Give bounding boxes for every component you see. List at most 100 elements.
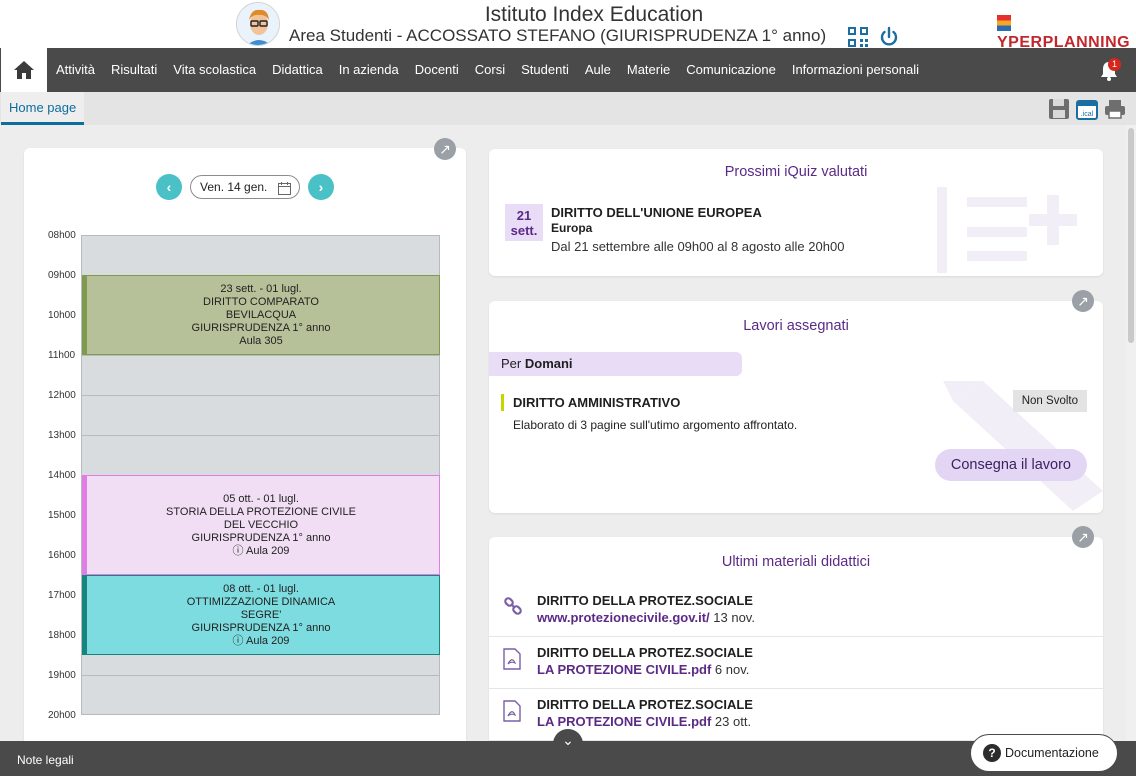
hour-gridline — [82, 395, 439, 396]
scrollbar-thumb[interactable] — [1128, 128, 1134, 343]
lesson-period: 08 ott. - 01 lugl. — [83, 583, 439, 596]
material-subject: DIRITTO DELLA PROTEZ.SOCIALE — [537, 593, 753, 608]
due-date-group: Per Domani — [489, 352, 742, 376]
collapse-chevron-icon[interactable]: ⌄ — [553, 729, 583, 751]
iquiz-title: Prossimi iQuiz valutati — [724, 164, 868, 180]
materials-title: Ultimi materiali didattici — [721, 554, 871, 570]
lesson-color-bar — [83, 276, 87, 354]
quiz-date-badge: 21 sett. — [505, 204, 543, 241]
lesson-course: GIURISPRUDENZA 1° anno — [83, 532, 439, 545]
lesson-room: ⓘ Aula 209 — [83, 545, 439, 558]
material-details: LA PROTEZIONE CIVILE.pdf 6 nov. — [537, 662, 749, 677]
work-expand-icon[interactable]: ↗ — [1072, 290, 1094, 312]
lesson-room: ⓘ Aula 209 — [83, 635, 439, 648]
nav-item-didattica[interactable]: Didattica — [264, 48, 331, 92]
lesson-course-text: GIURISPRUDENZA 1° anno — [191, 621, 331, 634]
material-subject: DIRITTO DELLA PROTEZ.SOCIALE — [537, 645, 753, 660]
work-subject[interactable]: DIRITTO AMMINISTRATIVO — [513, 395, 680, 410]
hour-label: 16h00 — [48, 550, 76, 561]
quiz-badge-day: 21 — [516, 208, 532, 223]
material-link[interactable]: www.protezionecivile.gov.it/ — [537, 610, 710, 625]
nav-item-corsi[interactable]: Corsi — [467, 48, 513, 92]
lesson-room-text: Aula 209 — [246, 634, 290, 647]
nav-item-attivit-[interactable]: Attività — [48, 48, 103, 92]
hour-label: 13h00 — [48, 430, 76, 441]
help-question-icon: ? — [983, 744, 1001, 762]
info-icon[interactable]: ⓘ — [233, 635, 246, 647]
material-date: 13 nov. — [713, 610, 755, 625]
lesson-color-bar — [83, 476, 87, 574]
material-row[interactable]: DIRITTO DELLA PROTEZ.SOCIALE LA PROTEZION… — [489, 637, 1103, 689]
lesson-subject: STORIA DELLA PROTEZIONE CIVILE — [83, 506, 439, 519]
main-navigation: Attività Risultati Vita scolastica Didattic… — [0, 48, 1136, 92]
material-row[interactable]: DIRITTO DELLA PROTEZ.SOCIALE www.protezio… — [489, 585, 1103, 637]
hour-label: 14h00 — [48, 470, 76, 481]
link-icon — [503, 596, 523, 618]
svg-text:.ical: .ical — [1081, 111, 1094, 118]
save-icon[interactable] — [1048, 98, 1070, 120]
lesson-teacher-text: BEVILACQUA — [225, 308, 297, 321]
nav-item-aule[interactable]: Aule — [577, 48, 619, 92]
print-icon[interactable] — [1104, 98, 1126, 120]
info-icon[interactable]: ⓘ — [233, 545, 246, 557]
qr-code-icon[interactable] — [848, 27, 868, 47]
per-label: Per — [501, 356, 522, 371]
hour-label: 12h00 — [48, 390, 76, 401]
hour-gridline — [82, 675, 439, 676]
quiz-watermark-icon — [937, 187, 1077, 273]
lesson-block[interactable]: 08 ott. - 01 lugl. OTTIMIZZAZIONE DINAMIC… — [82, 575, 440, 655]
nav-item-risultati[interactable]: Risultati — [103, 48, 165, 92]
lesson-period: 23 sett. - 01 lugl. — [83, 283, 439, 296]
lesson-subject-text: DIRITTO COMPARATO — [203, 295, 319, 308]
deliver-work-button[interactable]: Consegna il lavoro — [934, 449, 1087, 481]
nav-item-comunicazione[interactable]: Comunicazione — [678, 48, 784, 92]
date-picker[interactable]: Ven. 14 gen. — [190, 175, 300, 199]
nav-item-studenti[interactable]: Studenti — [513, 48, 577, 92]
tab-home-page[interactable]: Home page — [1, 92, 85, 125]
lesson-color-bar — [83, 576, 87, 654]
current-date: Ven. 14 gen. — [200, 180, 268, 194]
subtab-bar: Home page .ical — [0, 92, 1136, 125]
lesson-teacher: BEVILACQUA — [83, 309, 439, 322]
work-status-badge: Non Svolto — [1012, 390, 1087, 412]
home-icon — [14, 61, 34, 79]
hour-label: 17h00 — [48, 590, 76, 601]
hour-gridline — [82, 355, 439, 356]
material-link[interactable]: LA PROTEZIONE CIVILE.pdf — [537, 714, 711, 729]
material-date: 6 nov. — [714, 662, 750, 677]
home-button[interactable] — [1, 48, 47, 92]
nav-item-materie[interactable]: Materie — [619, 48, 678, 92]
next-day-button[interactable]: › — [308, 174, 334, 200]
lesson-period-text: 08 ott. - 01 lugl. — [223, 582, 299, 595]
previous-day-button[interactable]: ‹ — [156, 174, 182, 200]
lesson-teacher-text: SEGRE' — [240, 608, 282, 621]
nav-item-in-azienda[interactable]: In azienda — [331, 48, 407, 92]
teaching-materials-panel: Ultimi materiali didattici DIRITTO DELLA… — [489, 537, 1103, 747]
hour-label: 20h00 — [48, 710, 76, 721]
hour-gridline — [82, 435, 439, 436]
lesson-block[interactable]: 23 sett. - 01 lugl. DIRITTO COMPARATO BEVI… — [82, 275, 440, 355]
documentation-button[interactable]: ? Documentazione — [970, 734, 1118, 772]
ical-calendar-icon[interactable]: .ical — [1076, 98, 1098, 120]
notification-count-badge: 1 — [1108, 58, 1121, 71]
legal-notes-link[interactable]: Note legali — [17, 753, 74, 767]
material-link[interactable]: LA PROTEZIONE CIVILE.pdf — [537, 662, 711, 677]
timetable-expand-icon[interactable]: ↗ — [434, 138, 456, 160]
work-description: Elaborato di 3 pagine sull'utimo argomen… — [513, 418, 798, 432]
hour-label: 09h00 — [48, 270, 76, 281]
material-details: www.protezionecivile.gov.it/ 13 nov. — [537, 610, 755, 625]
lesson-course-text: GIURISPRUDENZA 1° anno — [191, 531, 331, 544]
date-navigator: ‹ Ven. 14 gen. › — [156, 174, 334, 200]
nav-item-informazioni-personali[interactable]: Informazioni personali — [784, 48, 927, 92]
iquiz-panel: Prossimi iQuiz valutati 21 sett. DIRITTO… — [489, 149, 1103, 276]
materials-expand-icon[interactable]: ↗ — [1072, 526, 1094, 548]
documentation-label: Documentazione — [1005, 746, 1099, 760]
hour-label: 11h00 — [48, 350, 76, 361]
quiz-badge-month: sett. — [510, 223, 538, 238]
hyperplanning-logo: YPERPLANNING — [997, 15, 1136, 52]
nav-item-docenti[interactable]: Docenti — [407, 48, 467, 92]
logout-power-icon[interactable] — [878, 26, 900, 48]
quiz-subject[interactable]: DIRITTO DELL'UNIONE EUROPEA — [551, 205, 762, 220]
nav-item-vita-scolastica[interactable]: Vita scolastica — [165, 48, 264, 92]
lesson-block[interactable]: 05 ott. - 01 lugl. STORIA DELLA PROTEZION… — [82, 475, 440, 575]
